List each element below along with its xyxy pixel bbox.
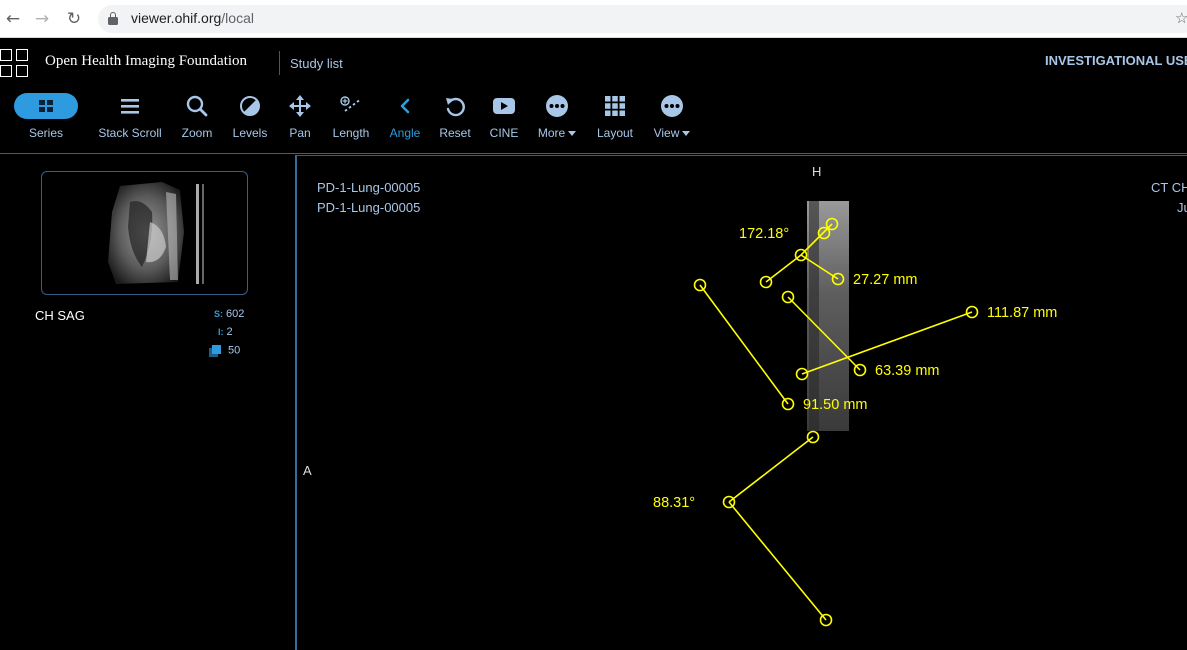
stack-scroll-label: Stack Scroll	[98, 126, 162, 140]
series-label: Series	[28, 126, 63, 140]
angle1-line-a	[765, 254, 802, 283]
move-arrows-icon	[289, 86, 311, 126]
angle2-label: 88.31°	[653, 495, 695, 511]
length4-line	[699, 284, 789, 405]
length1-label: 27.27 mm	[853, 272, 917, 288]
instance-number: I: 2	[218, 326, 233, 338]
undo-icon	[444, 86, 466, 126]
caret-down-icon	[568, 131, 577, 137]
ohif-logo-icon[interactable]	[0, 49, 30, 79]
zoom-label: Zoom	[181, 126, 213, 140]
series-pill[interactable]	[14, 93, 78, 119]
series-panel: CH SAG S: 602 I: 2 50	[0, 155, 295, 650]
layout-grid-icon	[604, 86, 626, 126]
angle2-line-b	[728, 501, 827, 621]
pan-label: Pan	[289, 126, 311, 140]
levels-label: Levels	[232, 126, 268, 140]
length4-label: 91.50 mm	[803, 397, 867, 413]
lock-icon	[108, 12, 118, 25]
grid-icon	[39, 100, 53, 112]
zoom-button[interactable]: Zoom	[178, 86, 216, 154]
levels-button[interactable]: Levels	[230, 86, 270, 154]
forward-arrow-icon[interactable]: →	[29, 6, 55, 32]
browser-bar: ← → ↻ viewer.ohif.org/local ☆	[0, 0, 1187, 38]
angle1-label: 172.18°	[739, 226, 789, 242]
angle-button[interactable]: Angle	[386, 86, 424, 154]
more-label: More	[538, 126, 577, 140]
bars-icon	[120, 86, 140, 126]
series-thumbnail[interactable]	[41, 171, 248, 295]
layout-button[interactable]: Layout	[594, 86, 636, 154]
url-text[interactable]: viewer.ohif.org/local	[131, 10, 254, 26]
caret-down-icon	[682, 131, 691, 137]
length-button[interactable]: Length	[328, 86, 374, 154]
study-list-link[interactable]: Study list	[290, 56, 343, 71]
header-divider	[279, 51, 280, 75]
view-button[interactable]: View	[650, 86, 694, 154]
view-label: View	[654, 126, 691, 140]
stack-icon	[209, 344, 222, 357]
address-bar[interactable]: viewer.ohif.org/local	[98, 5, 1187, 33]
layout-label: Layout	[596, 126, 634, 140]
pan-button[interactable]: Pan	[284, 86, 316, 154]
reset-button[interactable]: Reset	[438, 86, 472, 154]
magnifier-icon	[186, 86, 208, 126]
length3-label: 63.39 mm	[875, 363, 939, 379]
app-header: Open Health Imaging Foundation Study lis…	[0, 39, 1187, 86]
ruler-icon	[339, 86, 363, 126]
reload-icon[interactable]: ↻	[61, 6, 87, 32]
angle-label: Angle	[389, 126, 421, 140]
reset-label: Reset	[439, 126, 471, 140]
toolbar: Series Stack Scroll Zoom Levels Pan Leng…	[0, 86, 1187, 154]
length2-label: 111.87 mm	[987, 305, 1057, 321]
angle-chevron-icon	[398, 86, 412, 126]
more-button[interactable]: More	[534, 86, 580, 154]
bookmark-star-icon[interactable]: ☆	[1175, 9, 1187, 27]
more-dots-icon	[545, 86, 569, 126]
length-label: Length	[332, 126, 370, 140]
stack-scroll-button[interactable]: Stack Scroll	[96, 86, 164, 154]
annotation-layer: 172.18° 27.27 mm 111.87 mm 63.39 mm 91.5…	[653, 201, 1057, 627]
sagittal-chest-thumbnail-image	[108, 182, 204, 284]
series-number: S: 602	[214, 308, 245, 320]
back-arrow-icon[interactable]: ←	[0, 6, 26, 32]
angle2-line-a	[728, 436, 814, 503]
cine-button[interactable]: CINE	[486, 86, 522, 154]
cine-label: CINE	[489, 126, 519, 140]
play-video-icon	[492, 86, 516, 126]
series-toggle-button[interactable]: Series	[14, 86, 78, 154]
investigational-use-banner: INVESTIGATIONAL USE	[1045, 53, 1187, 68]
brand-title[interactable]: Open Health Imaging Foundation	[45, 53, 247, 70]
image-viewport[interactable]: PD-1-Lung-00005 PD-1-Lung-00005 CT CH Ju…	[295, 155, 1187, 650]
contrast-icon	[239, 86, 261, 126]
series-description: CH SAG	[35, 308, 85, 323]
view-dots-icon	[660, 86, 684, 126]
image-count: 50	[209, 344, 240, 357]
